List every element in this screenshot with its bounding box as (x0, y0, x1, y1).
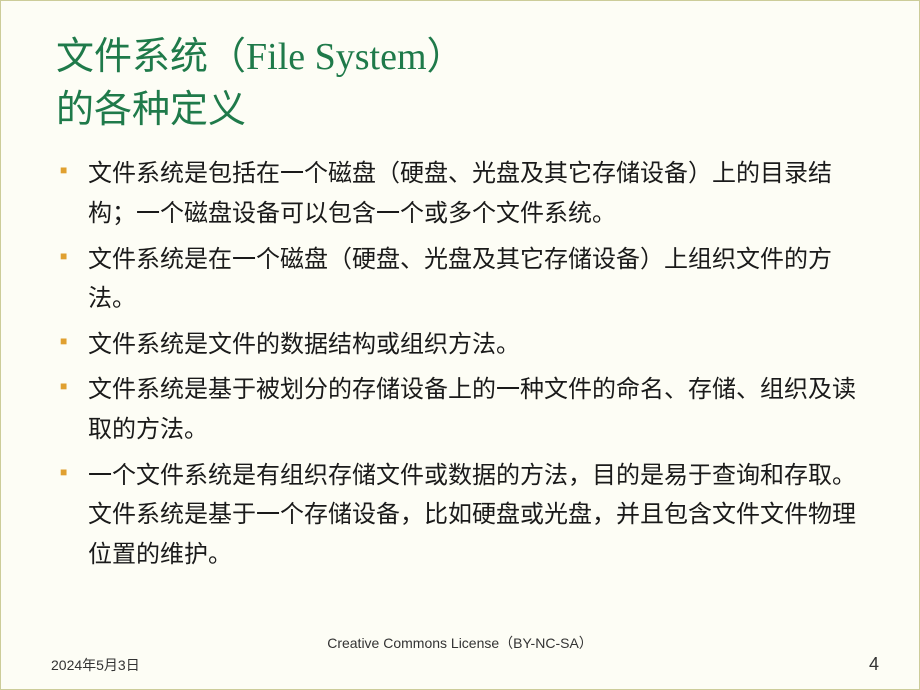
bullet-text: 文件系统是基于被划分的存储设备上的一种文件的命名、存储、组织及读取的方法。 (88, 377, 856, 443)
footer-license: Creative Commons License（BY-NC-SA） (327, 633, 593, 653)
footer-date: 2024年5月3日 (51, 655, 140, 675)
slide-container: 文件系统（File System） 的各种定义 文件系统是包括在一个磁盘（硬盘、… (1, 1, 919, 689)
bullet-item: 文件系统是文件的数据结构或组织方法。 (56, 326, 869, 366)
bullet-text: 文件系统是在一个磁盘（硬盘、光盘及其它存储设备）上组织文件的方法。 (88, 247, 832, 313)
slide-title: 文件系统（File System） 的各种定义 (56, 31, 869, 137)
title-line-1: 文件系统（File System） (56, 36, 465, 78)
bullet-item: 文件系统是基于被划分的存储设备上的一种文件的命名、存储、组织及读取的方法。 (56, 371, 869, 450)
title-line-2: 的各种定义 (56, 89, 246, 131)
footer-page-number: 4 (869, 654, 879, 675)
bullet-text: 一个文件系统是有组织存储文件或数据的方法，目的是易于查询和存取。文件系统是基于一… (88, 463, 856, 568)
bullet-item: 一个文件系统是有组织存储文件或数据的方法，目的是易于查询和存取。文件系统是基于一… (56, 457, 869, 576)
bullet-text: 文件系统是文件的数据结构或组织方法。 (88, 332, 520, 358)
bullet-text: 文件系统是包括在一个磁盘（硬盘、光盘及其它存储设备）上的目录结构；一个磁盘设备可… (88, 161, 832, 227)
bullet-list: 文件系统是包括在一个磁盘（硬盘、光盘及其它存储设备）上的目录结构；一个磁盘设备可… (56, 155, 869, 575)
bullet-item: 文件系统是包括在一个磁盘（硬盘、光盘及其它存储设备）上的目录结构；一个磁盘设备可… (56, 155, 869, 234)
bullet-item: 文件系统是在一个磁盘（硬盘、光盘及其它存储设备）上组织文件的方法。 (56, 241, 869, 320)
